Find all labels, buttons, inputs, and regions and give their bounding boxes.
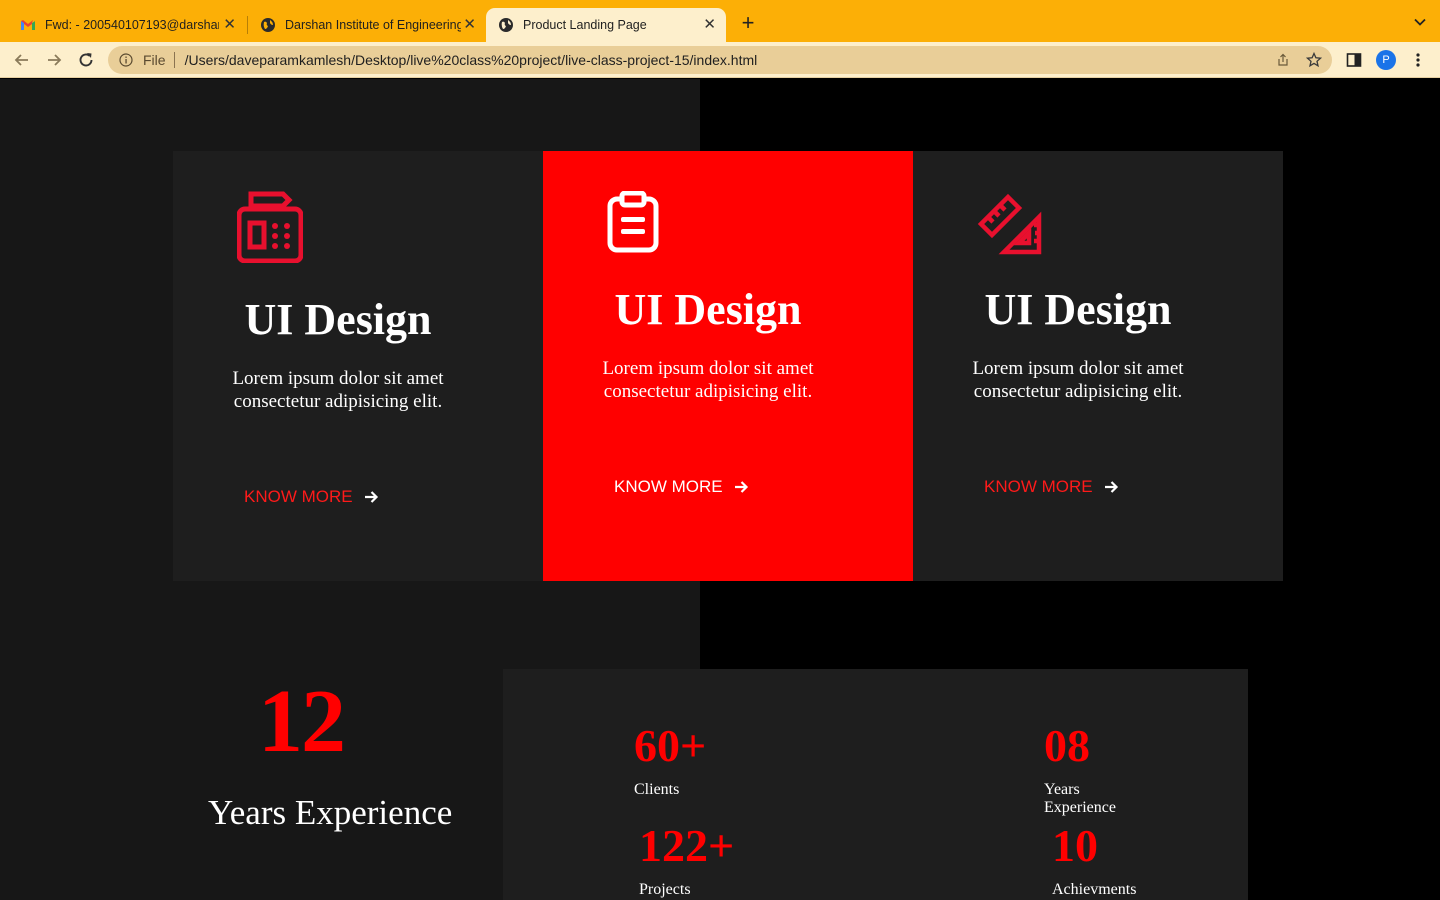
service-card: UI Design Lorem ipsum dolor sit amet con… bbox=[913, 151, 1283, 581]
forward-arrow-icon[interactable] bbox=[44, 50, 64, 70]
know-more-label: KNOW MORE bbox=[244, 487, 353, 506]
card-title: UI Design bbox=[614, 285, 802, 334]
divider bbox=[173, 52, 175, 68]
card-text: Lorem ipsum dolor sit amet consectetur a… bbox=[602, 358, 814, 402]
tab-darshan[interactable]: Darshan Institute of Engineering ✕ bbox=[248, 8, 486, 42]
card-text: Lorem ipsum dolor sit amet consectetur a… bbox=[232, 368, 444, 412]
years-label: Years Experience bbox=[208, 793, 453, 832]
side-panel-icon[interactable] bbox=[1346, 52, 1362, 68]
know-more-label: KNOW MORE bbox=[614, 477, 723, 496]
stat-label-achievements: Achievments bbox=[1052, 881, 1137, 898]
globe-icon bbox=[261, 18, 275, 32]
tab-title: Fwd: - 200540107193@darshan.ac.in bbox=[45, 18, 219, 32]
stat-label-clients: Clients bbox=[634, 781, 680, 798]
know-more-link[interactable]: KNOW MORE bbox=[244, 487, 379, 507]
know-more-link[interactable]: KNOW MORE bbox=[984, 477, 1119, 497]
chevron-down-icon[interactable] bbox=[1414, 16, 1426, 28]
clipboard-icon bbox=[607, 191, 659, 253]
stat-value-years: 08 bbox=[1044, 720, 1090, 771]
share-icon[interactable] bbox=[1276, 53, 1290, 67]
address-bar[interactable]: File /Users/daveparamkamlesh/Desktop/liv… bbox=[108, 46, 1332, 74]
card-title: UI Design bbox=[984, 285, 1172, 334]
more-menu-icon[interactable] bbox=[1410, 52, 1426, 68]
url-text[interactable]: /Users/daveparamkamlesh/Desktop/live%20c… bbox=[185, 52, 758, 68]
know-more-link[interactable]: KNOW MORE bbox=[614, 477, 749, 497]
stat-label-projects: Projects bbox=[639, 881, 691, 898]
scheme-label: File bbox=[143, 52, 166, 68]
tab-gmail[interactable]: Fwd: - 200540107193@darshan.ac.in ✕ bbox=[8, 8, 246, 42]
arrow-right-icon bbox=[1104, 481, 1118, 493]
stat-label-years: Years Experience bbox=[1044, 781, 1116, 816]
fax-machine-icon bbox=[237, 191, 303, 263]
browser-tab-strip: Fwd: - 200540107193@darshan.ac.in ✕ Dars… bbox=[0, 0, 1440, 42]
card-text: Lorem ipsum dolor sit amet consectetur a… bbox=[972, 358, 1184, 402]
stat-value-clients: 60+ bbox=[634, 720, 707, 771]
tab-title: Product Landing Page bbox=[523, 18, 647, 32]
years-number: 12 bbox=[258, 672, 346, 771]
know-more-label: KNOW MORE bbox=[984, 477, 1093, 496]
tab-title: Darshan Institute of Engineering bbox=[285, 18, 461, 32]
new-tab-button[interactable]: + bbox=[738, 12, 758, 34]
reload-icon[interactable] bbox=[76, 50, 96, 70]
stat-value-achievements: 10 bbox=[1052, 820, 1098, 871]
service-card: UI Design Lorem ipsum dolor sit amet con… bbox=[173, 151, 543, 581]
card-title: UI Design bbox=[244, 295, 432, 344]
profile-avatar[interactable]: P bbox=[1376, 50, 1396, 70]
close-icon[interactable]: ✕ bbox=[223, 17, 236, 33]
tab-product-landing[interactable]: Product Landing Page ✕ bbox=[486, 8, 726, 42]
close-icon[interactable]: ✕ bbox=[703, 17, 716, 33]
service-card-highlighted: UI Design Lorem ipsum dolor sit amet con… bbox=[543, 151, 913, 581]
page-viewport: UI Design Lorem ipsum dolor sit amet con… bbox=[0, 79, 1440, 900]
arrow-right-icon bbox=[734, 481, 748, 493]
browser-toolbar: File /Users/daveparamkamlesh/Desktop/liv… bbox=[0, 42, 1440, 78]
stats-panel: 60+ Clients 08 Years Experience 122+ Pro… bbox=[503, 669, 1248, 900]
arrow-right-icon bbox=[364, 491, 378, 503]
close-icon[interactable]: ✕ bbox=[463, 17, 476, 33]
bookmark-star-icon[interactable] bbox=[1306, 52, 1322, 68]
stat-value-projects: 122+ bbox=[639, 820, 735, 871]
globe-icon bbox=[499, 18, 513, 32]
gmail-icon bbox=[21, 20, 35, 30]
ruler-triangle-icon bbox=[977, 193, 1042, 255]
back-arrow-icon[interactable] bbox=[12, 50, 32, 70]
info-icon[interactable] bbox=[119, 53, 133, 67]
